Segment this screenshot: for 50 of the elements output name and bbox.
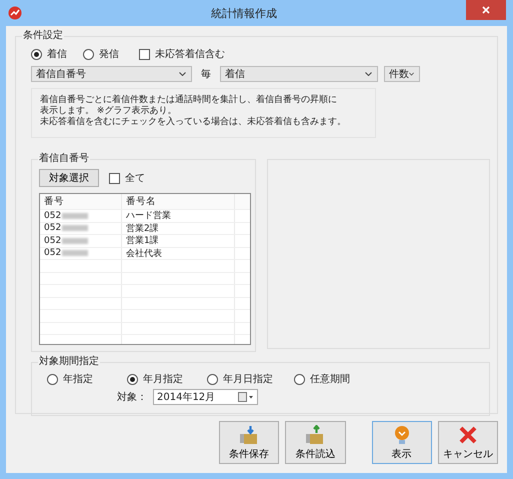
column-header[interactable]: 番号 <box>40 194 122 209</box>
group-title: 対象期間指定 <box>38 356 100 368</box>
save-button[interactable]: 条件保存 <box>219 421 280 464</box>
radio-option[interactable]: 年月日指定 <box>207 372 294 386</box>
table-cell: 052 <box>44 210 62 221</box>
redaction-blur <box>62 212 88 219</box>
dropdown[interactable]: 着信自番号 <box>31 66 192 82</box>
app-icon <box>8 6 22 20</box>
close-icon <box>482 6 490 14</box>
chevron-icon <box>179 72 186 76</box>
table-cell: 052 <box>44 223 62 234</box>
table-cell: 営業1課 <box>122 235 235 246</box>
checkbox-option[interactable]: 未応答着信含む <box>139 47 225 61</box>
target-label: 対象： <box>117 390 147 404</box>
dropdown[interactable]: 件数 <box>384 66 420 82</box>
group-title: 着信自番号 <box>38 153 90 165</box>
chevron-icon <box>409 72 414 76</box>
chevron-icon <box>365 72 372 76</box>
redaction-blur <box>62 225 88 232</box>
load-button[interactable]: 条件読込 <box>285 421 346 464</box>
table-cell: 会社代表 <box>122 248 235 259</box>
group-title: 条件設定 <box>22 30 64 42</box>
radio-option[interactable]: 年月指定 <box>127 372 207 386</box>
radio-option[interactable]: 発信 <box>83 47 119 61</box>
radio-option[interactable]: 着信 <box>31 47 67 61</box>
close-button[interactable] <box>466 0 506 20</box>
close-icon <box>458 424 478 444</box>
table-cell: 052 <box>44 248 62 258</box>
description-text: 表示します。 ※グラフ表示あり。 <box>40 106 178 116</box>
window-title: 統計情報作成 <box>210 6 278 20</box>
radio-option[interactable]: 年指定 <box>47 372 127 386</box>
table-cell: 052 <box>44 236 62 246</box>
cancel-button[interactable]: キャンセル <box>438 421 498 464</box>
box-up-arrow-icon <box>305 424 326 444</box>
redaction-blur <box>62 250 88 256</box>
select-button[interactable]: 対象選択 <box>39 169 99 187</box>
checkbox-option[interactable]: 全て <box>109 171 145 185</box>
show-button[interactable]: 表示 <box>372 421 432 464</box>
radio-option[interactable]: 任意期間 <box>294 372 374 386</box>
dropdown[interactable]: 着信 <box>220 66 378 82</box>
table-cell: ハード営業 <box>122 210 235 222</box>
calendar-icon <box>238 392 254 402</box>
column-header[interactable]: 番号名 <box>122 194 235 209</box>
description-text: 着信自番号ごとに着信件数または通話時間を集計し、着信自番号の昇順に <box>40 95 338 106</box>
table-cell: 営業2課 <box>122 222 235 234</box>
redaction-blur <box>62 238 88 244</box>
box-down-arrow-icon <box>239 424 260 444</box>
description-text: 未応答着信を含むにチェックを入っている場合は、未応答着信も含みます。 <box>40 117 347 128</box>
date-field[interactable]: 2014年12月 <box>153 389 258 405</box>
per-label: 毎 <box>201 68 211 81</box>
